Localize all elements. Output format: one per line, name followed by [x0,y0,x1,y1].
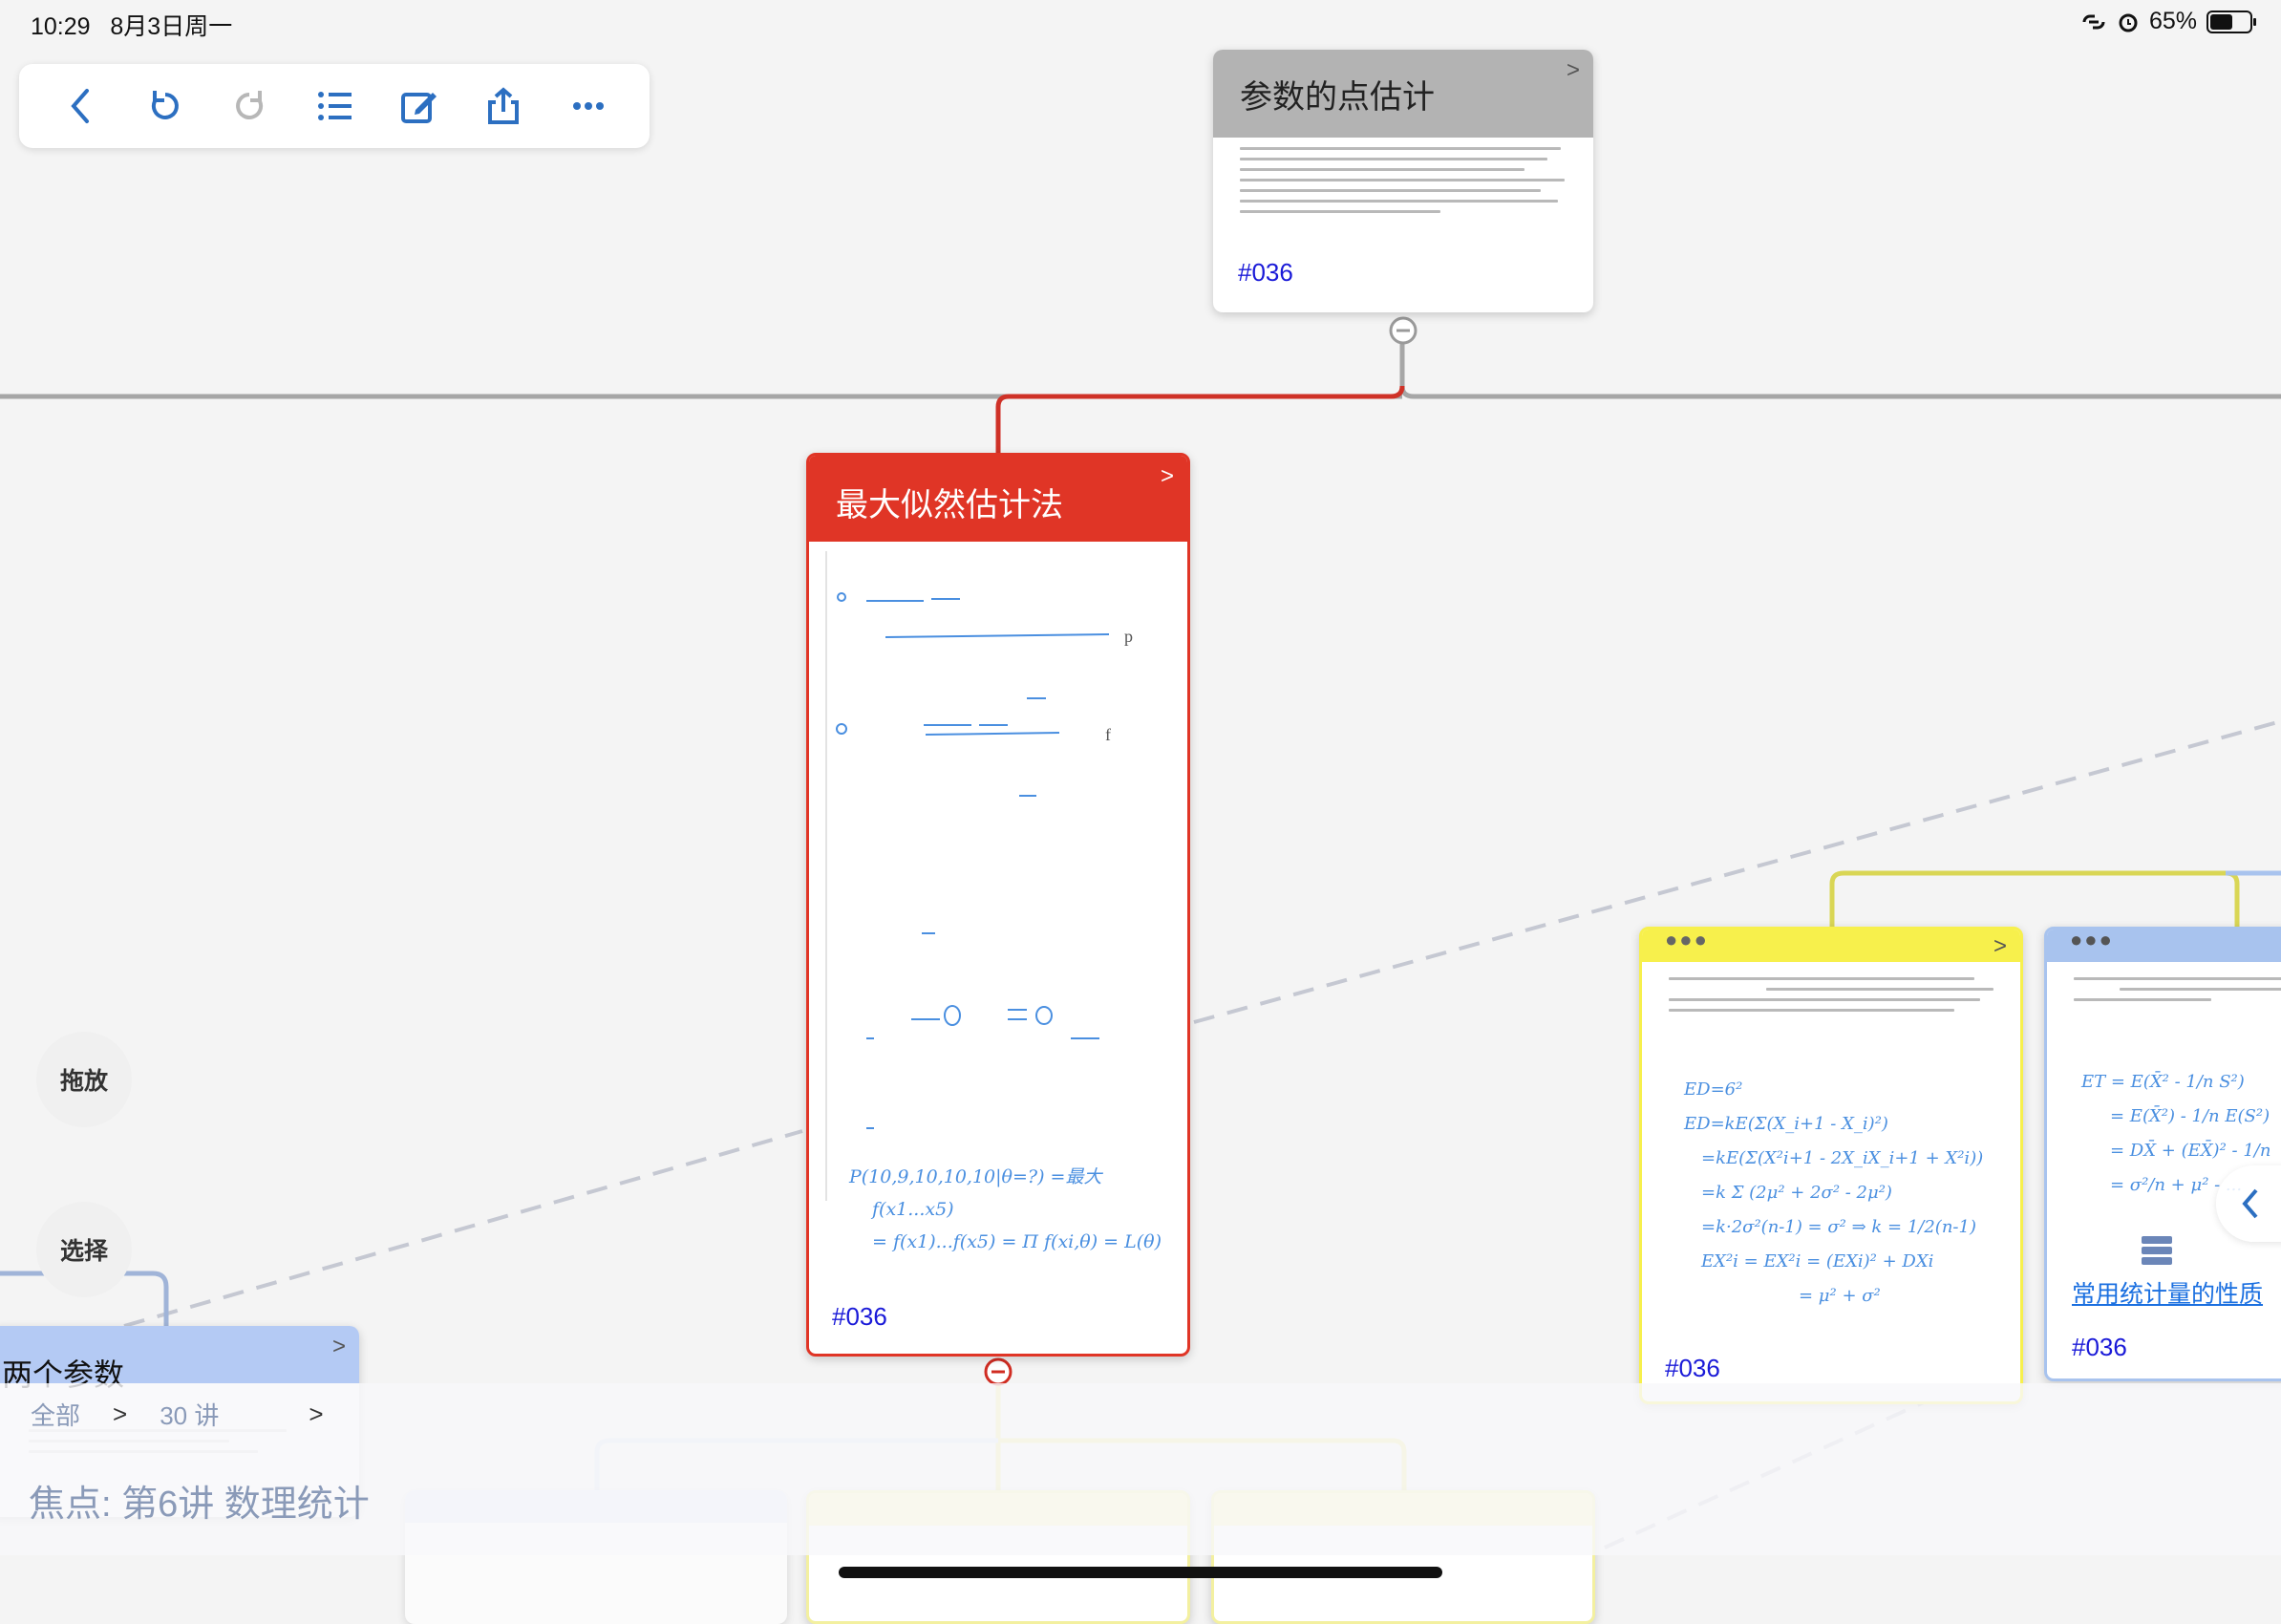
card-blue-note[interactable]: ●●● ET = E(X̄² - 1/n S²) = E(X̄²) - 1/n … [2044,927,2281,1381]
card-header: ●●● > [1642,930,2020,962]
bottom-overlay [0,1383,2281,1555]
card-mle[interactable]: 最大似然估计法 > p f P(10,9,10,10,10|θ=?) =最大 f… [806,453,1190,1357]
chevron-left-icon[interactable] [2239,1186,2262,1221]
chevron-right-icon[interactable]: > [1161,463,1174,490]
breadcrumb-all[interactable]: 全部 [31,1397,80,1432]
breadcrumb-lecture[interactable]: 30 讲 [160,1397,219,1432]
home-indicator[interactable] [839,1567,1442,1578]
handwritten-formulas: ED=6² ED=kE(Σ(X_i+1 - X_i)²) =kE(Σ(X²i+1… [1684,1079,1984,1306]
status-right: 65% [2080,8,2256,35]
collapse-top-icon[interactable] [1388,315,1418,346]
alarm-icon [2119,13,2138,32]
chevron-right-icon[interactable]: > [332,1334,346,1360]
card-title: 参数的点估计 [1240,79,1435,116]
card-yellow-note[interactable]: ●●● > ED=6² ED=kE(Σ(X_i+1 - X_i)²) =kE(Σ… [1639,927,2023,1404]
battery-percent: 65% [2148,8,2197,34]
tag-label[interactable]: #036 [1238,258,1293,288]
status-time: 10:29 8月3日周一 [31,13,233,40]
handwritten-f: f [1105,725,1111,744]
chevron-right-icon[interactable]: > [1993,933,2007,960]
card-point-estimation[interactable]: 参数的点估计 > #036 [1213,50,1593,312]
stack-icon[interactable] [2140,1234,2174,1267]
focus-title: 焦点: 第6讲 数理统计 [29,1485,370,1525]
status-date: 8月3日周一 [110,13,233,40]
card-link[interactable]: 常用统计量的性质 [2072,1275,2263,1310]
document-thumbnail [1240,147,1574,221]
link-icon [2082,14,2105,29]
battery-icon [2206,10,2256,33]
breadcrumb-separator: > [113,1400,128,1428]
drag-button[interactable]: 拖放 [36,1032,132,1127]
toolbar [19,64,650,148]
tag-label[interactable]: #036 [2072,1333,2127,1362]
edit-icon[interactable] [396,83,442,129]
share-icon[interactable] [480,83,526,129]
tag-label[interactable]: #036 [1665,1354,1720,1383]
card-header: 最大似然估计法 > [809,456,1187,542]
card-title: 最大似然估计法 [836,487,1063,524]
dots-icon[interactable]: ●●● [1665,930,1709,952]
breadcrumb-separator: > [309,1400,324,1428]
list-icon[interactable] [311,83,357,129]
handwritten-formulas: P(10,9,10,10,10|θ=?) =最大 f(x1...x5) = f(… [849,1166,1162,1252]
redo-icon[interactable] [226,83,272,129]
card-header: 参数的点估计 > [1213,50,1593,138]
undo-icon[interactable] [142,83,188,129]
document-thumbnail [1669,977,1993,1019]
tag-label[interactable]: #036 [832,1302,887,1332]
more-icon[interactable] [565,83,611,129]
dots-icon[interactable]: ●●● [2070,930,2114,952]
handwritten-p: p [1124,627,1133,646]
back-icon[interactable] [57,83,103,129]
chevron-right-icon[interactable]: > [1567,57,1580,84]
card-header: ●●● [2047,930,2281,962]
breadcrumb: 全部 > 30 讲 > [31,1397,324,1432]
select-button[interactable]: 选择 [36,1202,132,1297]
document-thumbnail [2074,977,2281,1009]
